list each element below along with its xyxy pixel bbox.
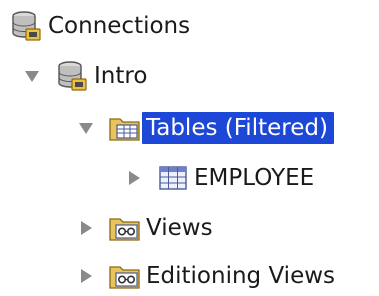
chevron-right-icon (81, 221, 92, 235)
expand-toggle[interactable] (74, 116, 98, 140)
chevron-right-icon (129, 171, 140, 185)
chevron-down-icon (25, 71, 39, 82)
chevron-right-icon (81, 269, 92, 283)
connections-tree: Connections Intro Tables (Filtered) EMPL… (0, 0, 379, 293)
tree-node-label-selected: Tables (Filtered) (142, 112, 334, 144)
tree-node-tables[interactable]: Tables (Filtered) (74, 108, 334, 148)
tree-node-employee[interactable]: EMPLOYEE (122, 158, 320, 198)
tables-folder-icon (108, 111, 142, 145)
table-grid-icon (156, 161, 190, 195)
tree-node-connections[interactable]: Connections (10, 6, 196, 46)
tree-node-label: Connections (48, 13, 191, 39)
expand-toggle[interactable] (20, 64, 44, 88)
database-connection-icon (56, 59, 90, 93)
connections-icon (10, 9, 44, 43)
tree-node-views[interactable]: Views (74, 208, 219, 248)
tree-node-label: EMPLOYEE (194, 165, 315, 191)
views-folder-icon (108, 211, 142, 245)
tree-node-editioning-views[interactable]: Editioning Views (74, 256, 341, 296)
views-folder-icon (108, 259, 142, 293)
tree-node-label: Views (146, 215, 213, 241)
expand-toggle[interactable] (122, 166, 146, 190)
chevron-down-icon (79, 123, 93, 134)
expand-toggle[interactable] (74, 216, 98, 240)
tree-node-label: Editioning Views (146, 263, 336, 289)
tree-node-intro[interactable]: Intro (20, 56, 153, 96)
expand-toggle[interactable] (74, 264, 98, 288)
tree-node-label: Intro (94, 63, 148, 89)
